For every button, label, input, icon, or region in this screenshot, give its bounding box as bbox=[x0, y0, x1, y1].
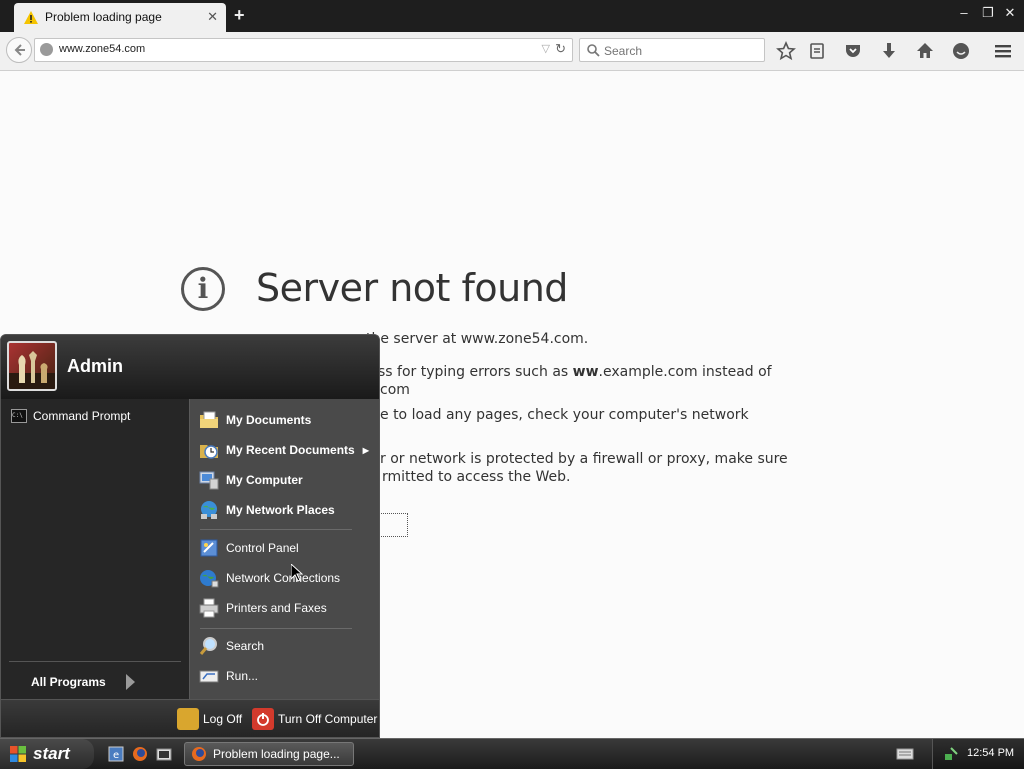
start-label: start bbox=[33, 744, 70, 763]
search-item[interactable]: Search bbox=[198, 632, 264, 660]
globe-icon bbox=[40, 43, 53, 56]
all-programs-label: All Programs bbox=[31, 675, 106, 689]
log-off-label: Log Off bbox=[203, 712, 243, 726]
divider bbox=[200, 628, 352, 629]
taskbar-button-label: Problem loading page... bbox=[213, 747, 340, 761]
tab-title: Problem loading page bbox=[45, 10, 162, 24]
command-prompt-item[interactable]: C:\ Command Prompt bbox=[11, 409, 130, 423]
history-dropdown-icon[interactable]: ▽ bbox=[542, 42, 550, 55]
my-computer-item[interactable]: My Computer bbox=[198, 466, 303, 494]
chess-pieces-icon bbox=[9, 351, 55, 389]
printers-icon bbox=[199, 598, 219, 618]
system-tray: 12:54 PM bbox=[932, 739, 1024, 769]
tab-problem-loading[interactable]: Problem loading page ✕ bbox=[14, 3, 226, 32]
minimize-button[interactable]: – bbox=[954, 4, 974, 22]
error-text-line: rmitted to access the Web. bbox=[382, 469, 571, 485]
network-connections-item[interactable]: Network Connections bbox=[198, 564, 340, 592]
my-recent-documents-item[interactable]: My Recent Documents ▶ bbox=[198, 436, 369, 464]
firefox-icon bbox=[192, 747, 206, 761]
pocket-icon[interactable] bbox=[843, 41, 863, 61]
error-text-line: ss for typing errors such as ww.example.… bbox=[378, 364, 772, 380]
reading-list-icon[interactable] bbox=[807, 41, 827, 61]
magnifier-icon bbox=[587, 44, 600, 57]
control-panel-icon bbox=[200, 539, 218, 557]
bookmark-star-icon[interactable] bbox=[776, 41, 796, 61]
start-menu: Admin C:\ Command Prompt All Programs My… bbox=[0, 334, 380, 738]
menu-icon[interactable] bbox=[993, 41, 1013, 61]
network-places-icon bbox=[201, 501, 217, 519]
reload-icon[interactable]: ↻ bbox=[555, 41, 566, 57]
search-icon bbox=[199, 637, 217, 655]
run-item[interactable]: Run... bbox=[198, 662, 258, 690]
power-icon bbox=[252, 708, 274, 730]
close-window-button[interactable]: ✕ bbox=[1000, 4, 1020, 22]
run-icon bbox=[199, 670, 219, 683]
pinned-programs-column: C:\ Command Prompt All Programs bbox=[1, 399, 189, 699]
ie-quicklaunch-icon[interactable]: e bbox=[108, 746, 124, 762]
log-off-button[interactable]: Log Off bbox=[177, 708, 242, 730]
url-text[interactable]: www.zone54.com bbox=[59, 43, 145, 55]
my-computer-icon bbox=[199, 471, 219, 490]
taskbar: start e Problem loading page... 12:54 PM bbox=[0, 738, 1024, 769]
error-text-line: r or network is protected by a firewall … bbox=[380, 451, 788, 467]
arrow-right-icon bbox=[125, 674, 135, 690]
network-connections-icon bbox=[200, 570, 219, 588]
error-text-line: the server at www.zone54.com. bbox=[366, 331, 589, 347]
home-icon[interactable] bbox=[915, 41, 935, 61]
key-icon bbox=[177, 708, 199, 730]
mouse-cursor-icon bbox=[291, 564, 303, 582]
command-prompt-label: Command Prompt bbox=[33, 409, 131, 423]
firefox-quicklaunch-icon[interactable] bbox=[132, 746, 148, 762]
turn-off-computer-button[interactable]: Turn Off Computer bbox=[252, 708, 377, 730]
clock[interactable]: 12:54 PM bbox=[967, 747, 1014, 759]
new-tab-button[interactable]: + bbox=[234, 5, 245, 26]
chat-icon[interactable] bbox=[951, 41, 971, 61]
my-documents-item[interactable]: My Documents bbox=[198, 406, 311, 434]
error-text-line: com bbox=[380, 382, 410, 398]
warning-icon bbox=[24, 11, 38, 24]
divider bbox=[200, 529, 352, 530]
control-panel-item[interactable]: Control Panel bbox=[198, 534, 299, 562]
my-documents-icon bbox=[200, 411, 218, 428]
command-prompt-icon: C:\ bbox=[11, 409, 27, 423]
keyboard-icon[interactable] bbox=[896, 747, 914, 761]
taskbar-button-firefox[interactable]: Problem loading page... bbox=[184, 742, 354, 766]
restore-button[interactable]: ❐ bbox=[978, 4, 998, 22]
submenu-arrow-icon: ▶ bbox=[362, 445, 369, 455]
turn-off-label: Turn Off Computer bbox=[278, 712, 378, 726]
start-menu-header: Admin bbox=[1, 335, 379, 400]
search-bar[interactable] bbox=[579, 38, 765, 62]
network-tray-icon[interactable] bbox=[943, 746, 959, 762]
my-network-places-item[interactable]: My Network Places bbox=[198, 496, 335, 524]
tab-close-icon[interactable]: ✕ bbox=[207, 9, 218, 25]
places-column: My Documents My Recent Documents ▶ My Co… bbox=[189, 399, 379, 699]
error-title: Server not found bbox=[256, 266, 568, 310]
printers-and-faxes-item[interactable]: Printers and Faxes bbox=[198, 594, 327, 622]
media-quicklaunch-icon[interactable] bbox=[156, 746, 172, 762]
search-input[interactable] bbox=[604, 44, 754, 58]
user-name: Admin bbox=[67, 356, 123, 376]
info-icon: i bbox=[181, 267, 225, 311]
error-text-line: e to load any pages, check your computer… bbox=[380, 407, 749, 423]
download-icon[interactable] bbox=[879, 41, 899, 61]
url-bar[interactable]: www.zone54.com ▽ ↻ bbox=[34, 38, 573, 62]
back-arrow-icon bbox=[14, 44, 25, 56]
start-menu-footer: Log Off Turn Off Computer bbox=[1, 699, 379, 737]
avatar[interactable] bbox=[7, 341, 57, 391]
svg-text:e: e bbox=[113, 750, 119, 761]
tab-strip: Problem loading page ✕ + – ❐ ✕ bbox=[0, 0, 1024, 32]
all-programs-button[interactable]: All Programs bbox=[31, 674, 135, 690]
divider bbox=[9, 661, 181, 662]
navigation-toolbar: www.zone54.com ▽ ↻ bbox=[0, 32, 1024, 71]
windows-logo-icon bbox=[10, 746, 26, 762]
recent-documents-icon bbox=[200, 445, 218, 459]
back-button[interactable] bbox=[6, 37, 32, 63]
start-button[interactable]: start bbox=[0, 739, 94, 769]
